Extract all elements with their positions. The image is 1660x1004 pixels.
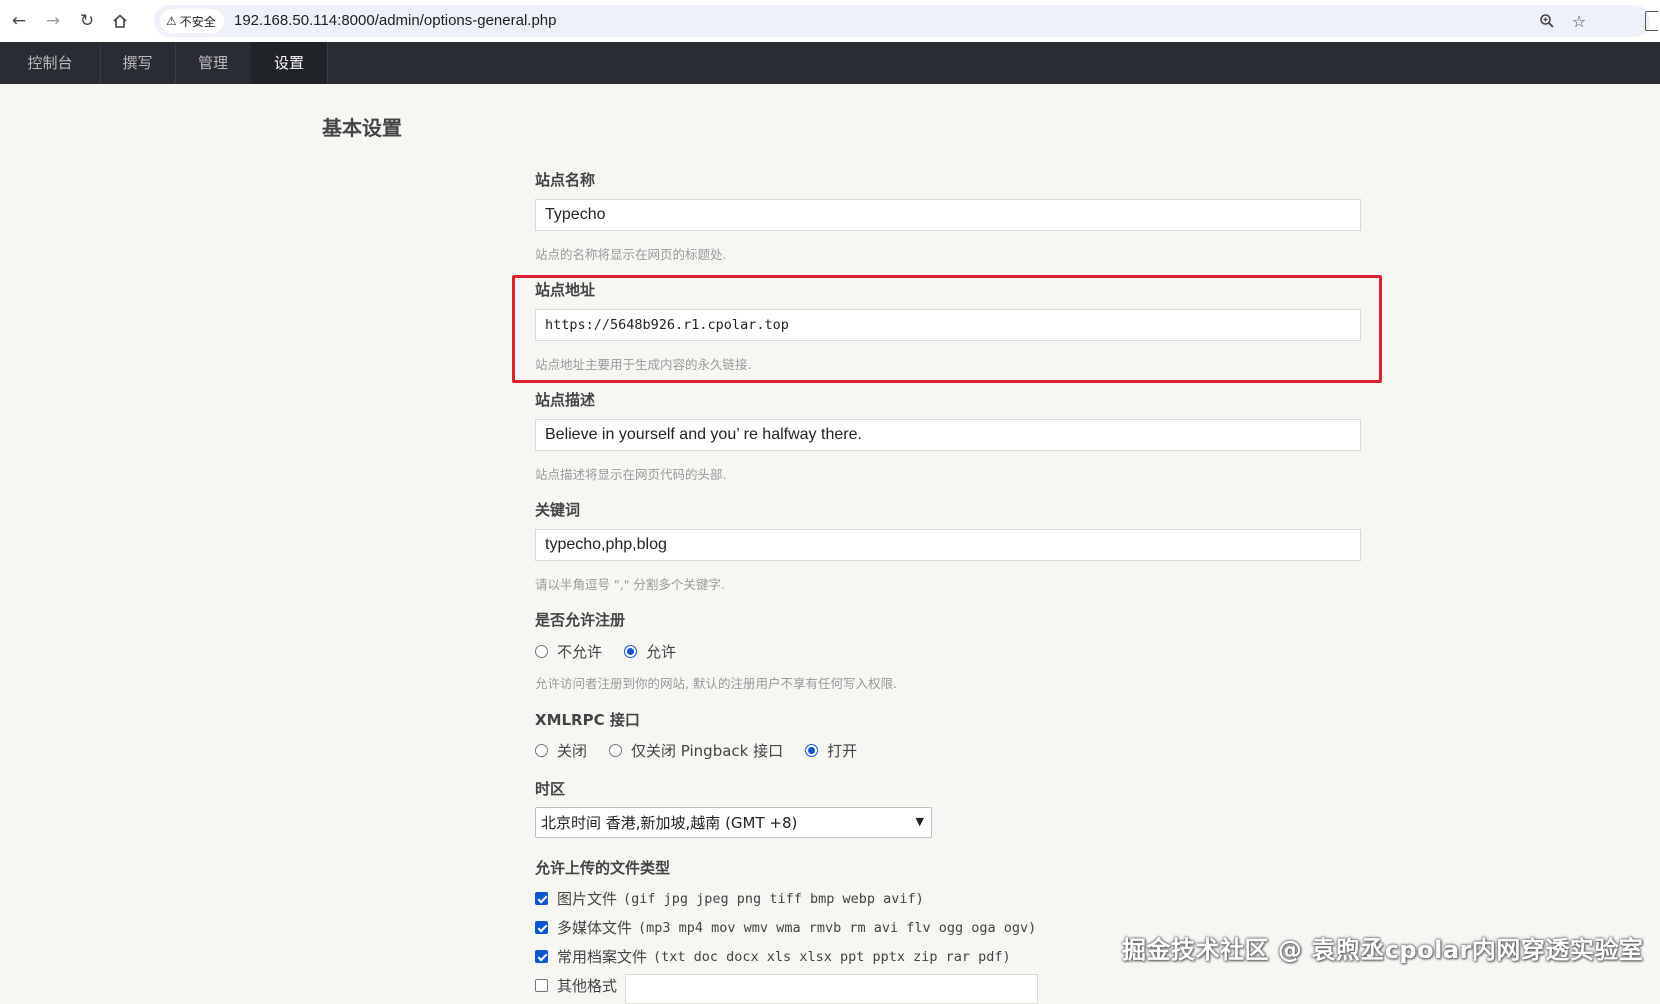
radio-xmlrpc-off[interactable] [535,744,548,757]
scrollbar-track[interactable] [1651,84,1660,989]
xmlrpc-options: 关闭 仅关闭 Pingback 接口 打开 [535,740,879,761]
site-description-label: 站点描述 [535,391,596,409]
warning-icon: ⚠ [166,14,177,28]
tab-dashboard[interactable]: 控制台 [0,42,101,84]
site-description-input[interactable]: Believe in yourself and you’ re halfway … [535,419,1361,451]
checkbox-images[interactable] [535,892,548,905]
upload-type-extensions: (mp3 mp4 mov wmv wma rmvb rm avi flv ogg… [638,919,1037,936]
keywords-input[interactable]: typecho,php,blog [535,529,1361,561]
xmlrpc-label: XMLRPC 接口 [535,711,640,729]
site-url-description: 站点地址主要用于生成内容的永久链接. [535,357,752,372]
tab-write[interactable]: 撰写 [100,42,176,84]
site-url-label: 站点地址 [535,281,596,299]
radio-label-xmlrpc-off[interactable]: 关闭 [557,740,587,761]
site-url-input[interactable]: https://5648b926.r1.cpolar.top [535,309,1361,341]
security-indicator[interactable]: ⚠ 不安全 [160,9,224,33]
radio-label-allow[interactable]: 允许 [646,641,676,662]
site-name-label: 站点名称 [535,171,596,189]
zoom-icon[interactable] [1537,11,1557,31]
timezone-selected-value: 北京时间 香港,新加坡,越南 (GMT +8) [541,814,798,832]
keywords-label: 关键词 [535,501,581,519]
checkbox-other[interactable] [535,979,548,992]
tab-settings[interactable]: 设置 [251,42,328,84]
radio-label-xmlrpc-pingback-off[interactable]: 仅关闭 Pingback 接口 [631,740,783,761]
upload-type-other: 其他格式 [535,975,617,996]
upload-types-label: 允许上传的文件类型 [535,859,671,877]
security-label: 不安全 [179,14,216,29]
upload-type-media: 多媒体文件 (mp3 mp4 mov wmv wma rmvb rm avi f… [535,917,1036,938]
reload-icon[interactable]: ↻ [75,9,99,33]
radio-label-xmlrpc-on[interactable]: 打开 [827,740,857,761]
radio-allow-register[interactable] [624,645,638,658]
checkbox-media[interactable] [535,921,548,934]
allow-register-label: 是否允许注册 [535,611,626,629]
allow-register-description: 允许访问者注册到你的网站, 默认的注册用户不享有任何写入权限. [535,676,897,691]
site-name-description: 站点的名称将显示在网页的标题处. [535,247,727,262]
address-bar[interactable]: ⚠ 不安全 192.168.50.114:8000/admin/options-… [154,5,1650,37]
upload-type-label[interactable]: 常用档案文件 [557,946,647,967]
timezone-label: 时区 [535,780,566,798]
radio-xmlrpc-on[interactable] [805,744,819,757]
bookmark-star-icon[interactable]: ☆ [1569,11,1589,31]
watermark-text: 掘金技术社区 @ 袁煦丞cpolar内网穿透实验室 [1122,936,1644,964]
upload-type-label[interactable]: 图片文件 [557,888,617,909]
upload-type-images: 图片文件 (gif jpg jpeg png tiff bmp webp avi… [535,888,924,909]
upload-type-label[interactable]: 其他格式 [557,975,617,996]
site-name-input[interactable]: Typecho [535,199,1361,231]
upload-type-extensions: (gif jpg jpeg png tiff bmp webp avif) [623,890,924,907]
keywords-description: 请以半角逗号 "," 分割多个关键字. [535,577,725,592]
other-types-input[interactable] [625,974,1038,1004]
page-title: 基本设置 [322,116,402,140]
chevron-down-icon: ▼ [915,815,924,828]
radio-xmlrpc-pingback-off[interactable] [609,744,623,757]
side-panel-icon[interactable] [1645,11,1658,31]
upload-type-documents: 常用档案文件 (txt doc docx xls xlsx ppt pptx z… [535,946,1011,967]
home-icon[interactable] [108,9,132,33]
radio-disallow-register[interactable] [535,645,548,658]
url-text[interactable]: 192.168.50.114:8000/admin/options-genera… [234,5,556,37]
forward-arrow-icon[interactable]: → [41,9,65,33]
upload-type-label[interactable]: 多媒体文件 [557,917,632,938]
admin-nav-bar: 控制台 撰写 管理 设置 [0,42,1660,84]
tab-manage[interactable]: 管理 [175,42,252,84]
back-arrow-icon[interactable]: ← [7,9,31,33]
upload-type-extensions: (txt doc docx xls xlsx ppt pptx zip rar … [653,948,1011,965]
site-description-hint: 站点描述将显示在网页代码的头部. [535,467,727,482]
browser-toolbar: ← → ↻ ⚠ 不安全 192.168.50.114:8000/admin/op… [0,0,1660,43]
checkbox-documents[interactable] [535,950,548,963]
allow-register-options: 不允许 允许 [535,641,698,662]
timezone-select[interactable]: 北京时间 香港,新加坡,越南 (GMT +8) ▼ [535,807,932,838]
radio-label-disallow[interactable]: 不允许 [557,641,602,662]
